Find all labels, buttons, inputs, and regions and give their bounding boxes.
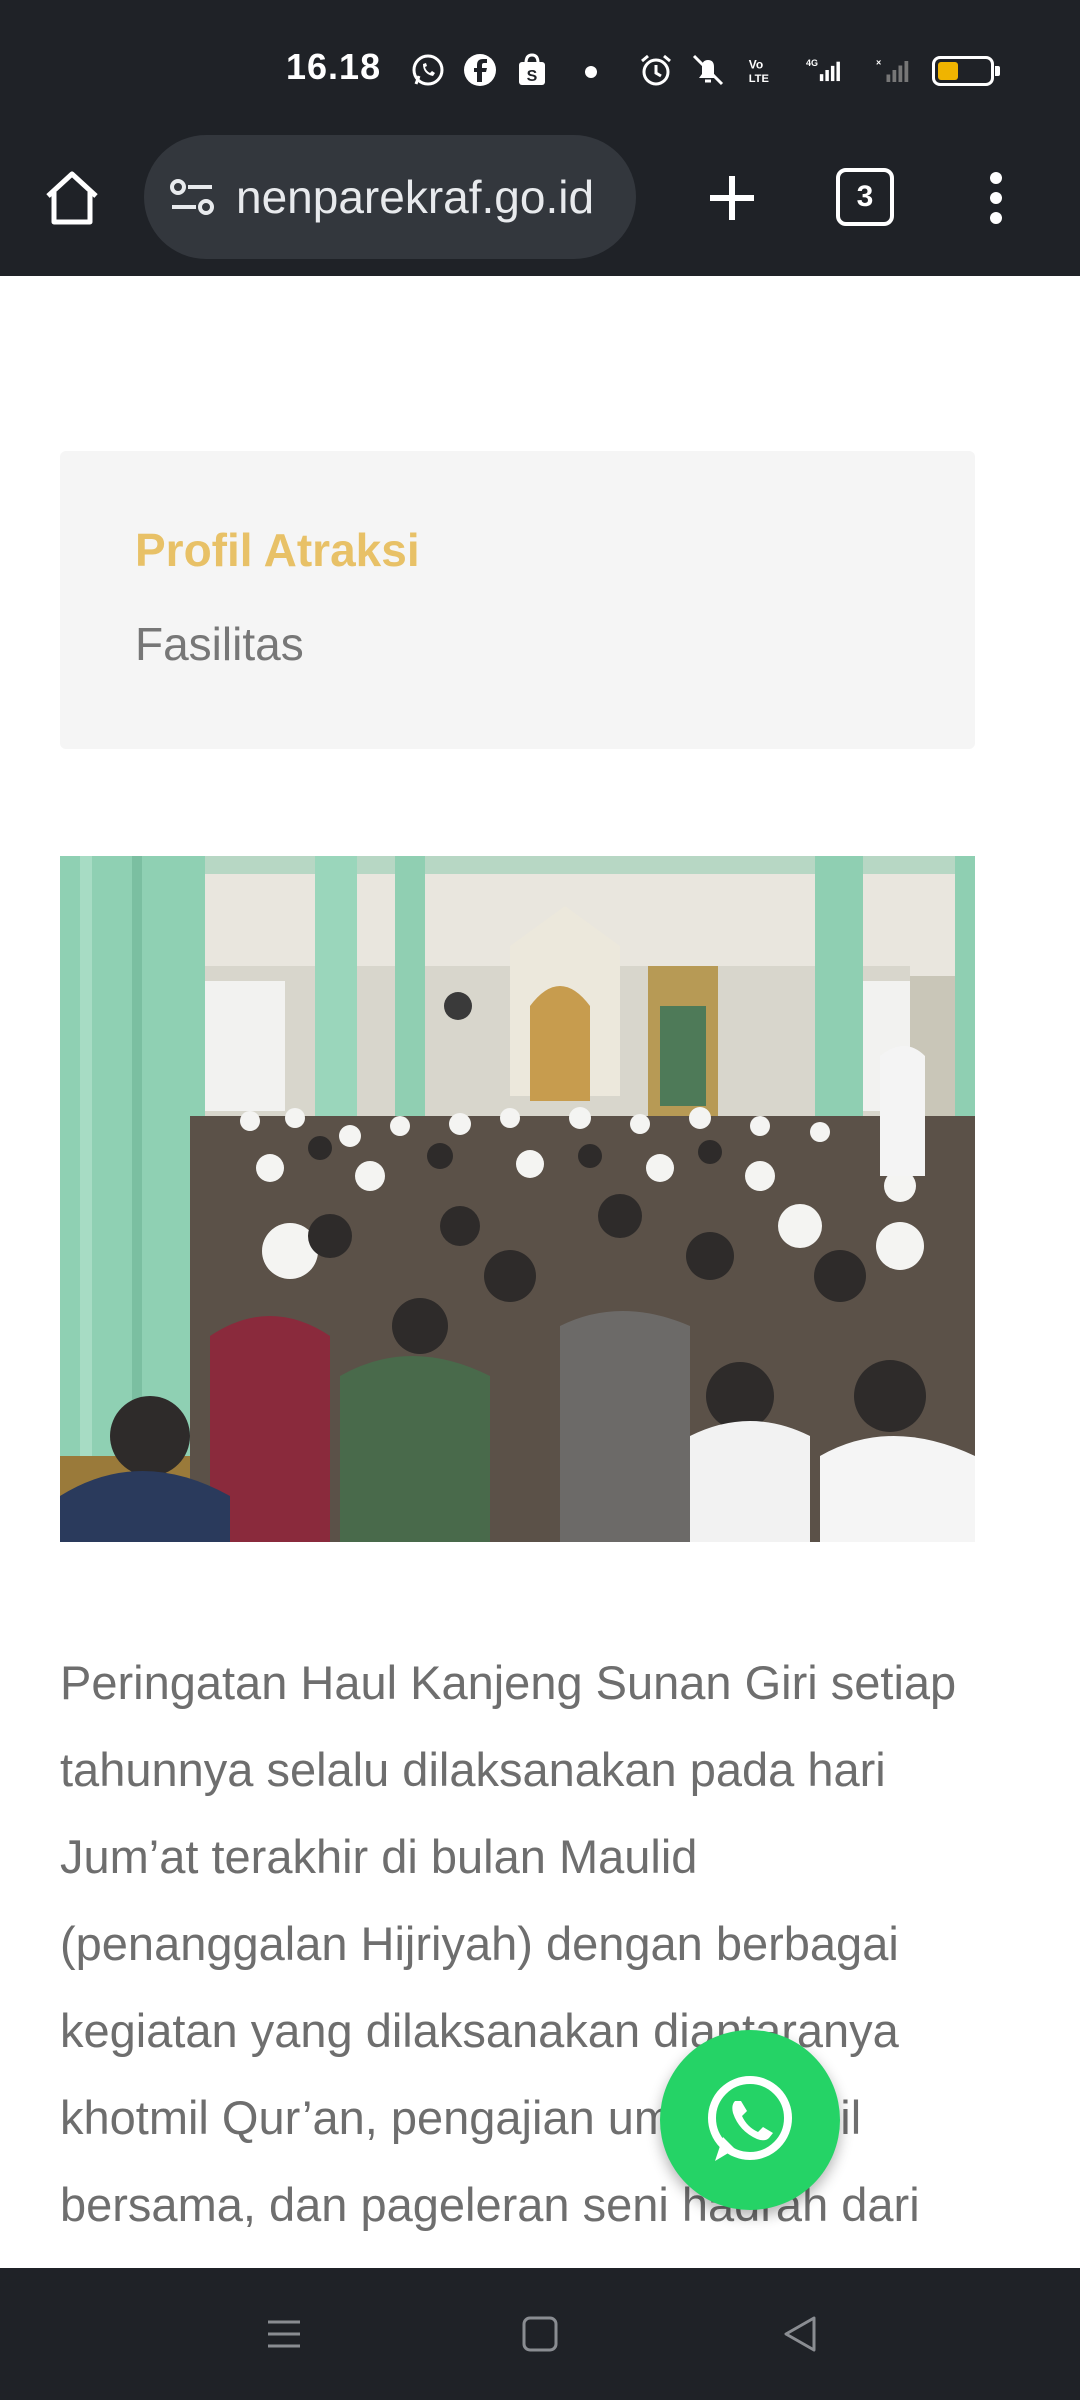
svg-text:LTE: LTE xyxy=(749,73,769,85)
recents-button[interactable] xyxy=(254,2304,314,2364)
status-time: 16.18 xyxy=(286,46,382,87)
back-triangle-icon xyxy=(784,2316,816,2352)
mute-icon xyxy=(690,52,726,88)
svg-text:S: S xyxy=(527,68,538,85)
whatsapp-chat-button[interactable] xyxy=(660,2030,840,2210)
system-nav-bar xyxy=(0,2268,1080,2400)
signal-4g-icon: 4G xyxy=(798,52,850,88)
volte-icon: Vo LTE xyxy=(744,52,786,88)
mosque-gathering-photo xyxy=(60,856,975,1542)
whatsapp-icon xyxy=(708,2076,792,2161)
shopping-bag-icon: S xyxy=(514,52,550,88)
square-icon xyxy=(522,2316,558,2352)
menu-lines-icon xyxy=(268,2320,300,2348)
battery-icon xyxy=(932,56,1000,86)
web-page: Profil Atraksi Fasilitas Peringatan Haul… xyxy=(0,278,1080,2268)
facebook-icon xyxy=(462,52,498,88)
signal-empty-icon: × xyxy=(870,52,918,88)
alarm-icon xyxy=(638,52,674,88)
svg-text:×: × xyxy=(876,58,881,68)
attraction-tabs: Profil Atraksi Fasilitas xyxy=(60,451,975,749)
status-bar: 16.18 S Vo LTE 4G × xyxy=(0,0,1080,130)
article-paragraph: Peringatan Haul Kanjeng Sunan Giri setia… xyxy=(60,1656,957,2231)
tab-profil-atraksi[interactable]: Profil Atraksi xyxy=(135,523,420,577)
url-text: nenparekraf.go.id xyxy=(236,171,595,223)
browser-toolbar: nenparekraf.go.id 3 xyxy=(0,130,1080,408)
back-button[interactable] xyxy=(770,2304,830,2364)
plus-icon xyxy=(710,176,754,220)
home-icon xyxy=(46,171,98,225)
new-tab-button[interactable] xyxy=(692,158,772,238)
home-nav-button[interactable] xyxy=(510,2304,570,2364)
address-bar[interactable]: nenparekraf.go.id xyxy=(144,135,636,259)
more-vert-icon xyxy=(990,172,1002,224)
whatsapp-icon xyxy=(410,52,446,88)
overflow-menu-button[interactable] xyxy=(970,158,1022,238)
home-button[interactable] xyxy=(32,158,112,238)
tab-switcher-button[interactable]: 3 xyxy=(836,168,894,226)
site-settings-icon[interactable] xyxy=(164,169,220,225)
svg-text:4G: 4G xyxy=(806,58,818,68)
tab-fasilitas[interactable]: Fasilitas xyxy=(135,617,304,671)
dot-icon xyxy=(585,66,597,78)
svg-text:Vo: Vo xyxy=(749,57,763,71)
